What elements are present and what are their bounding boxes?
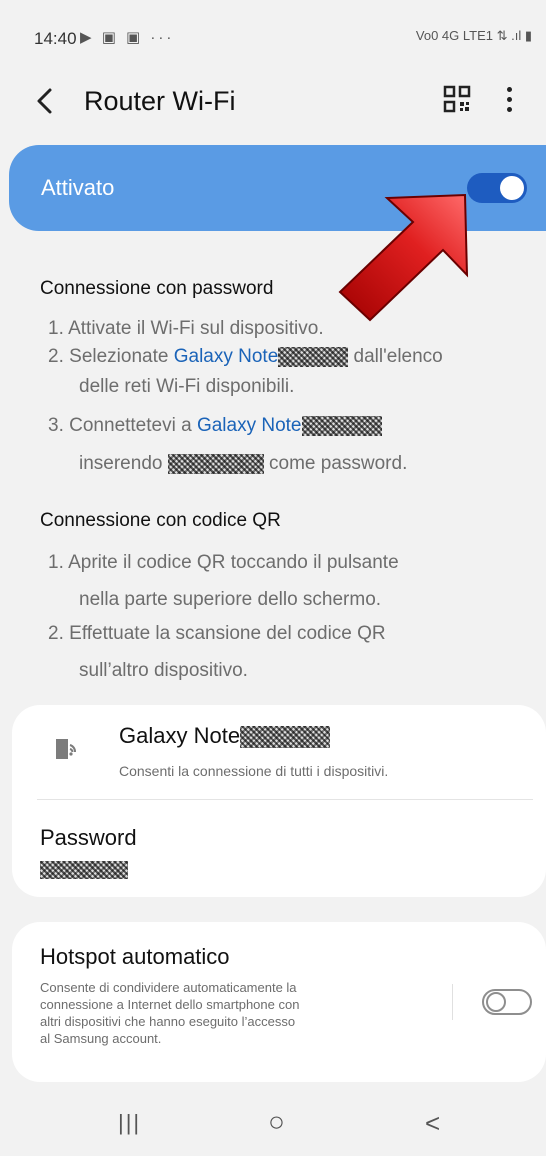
redacted-ssid <box>240 726 331 749</box>
network-name-link[interactable]: Galaxy Note <box>174 346 279 367</box>
red-arrow-annotation <box>325 180 495 330</box>
step-number: 2. <box>48 623 64 644</box>
auto-hotspot-title: Hotspot automatico <box>40 944 230 969</box>
network-subtitle: Consenti la connessione di tutti i dispo… <box>119 763 389 779</box>
home-button[interactable]: ○ <box>268 1106 285 1138</box>
step-text-pre: Selezionate <box>69 346 174 367</box>
app-bar: Router Wi-Fi <box>0 72 546 132</box>
toggle-knob <box>500 176 524 200</box>
qr-code-icon[interactable] <box>440 82 474 116</box>
auto-hotspot-toggle[interactable] <box>482 989 532 1015</box>
step-text: Aprite il codice QR toccando il pulsante <box>68 552 399 573</box>
master-switch-label: Attivato <box>41 175 115 200</box>
step-text-post: dall'elenco <box>348 346 443 367</box>
step-number: 3. <box>48 415 64 436</box>
back-icon[interactable] <box>34 86 64 116</box>
network-name-link[interactable]: Galaxy Note <box>197 415 302 436</box>
step-number: 2. <box>48 346 64 367</box>
auto-hotspot-card[interactable]: Hotspot automatico Consente di condivide… <box>12 922 546 1082</box>
password-step-3-line2: inserendo come password. <box>79 450 407 478</box>
step-text: Effettuate la scansione del codice QR <box>69 623 386 644</box>
qr-step-2-line2: sull’altro dispositivo. <box>79 660 248 681</box>
recents-button[interactable]: ||| <box>118 1110 141 1136</box>
network-name-text: Galaxy Note <box>119 723 241 748</box>
toggle-knob <box>486 992 506 1012</box>
more-options-icon[interactable] <box>500 82 518 116</box>
password-label[interactable]: Password <box>40 825 137 851</box>
system-status-icons: Vo0 4G LTE1 ⇅ .ıl ▮ <box>415 28 532 43</box>
qr-step-2: 2. Effettuate la scansione del codice QR <box>48 620 386 648</box>
description-line: connessione a Internet dello smartphone … <box>40 997 300 1012</box>
status-time: 14:40 <box>34 29 77 48</box>
password-step-1: 1. Attivate il Wi-Fi sul dispositivo. <box>48 315 324 343</box>
step-text-post: come password. <box>263 453 408 474</box>
navigation-bar: ||| ○ < <box>0 1092 546 1156</box>
card-divider <box>37 799 533 800</box>
qr-step-1: 1. Aprite il codice QR toccando il pulsa… <box>48 549 399 577</box>
step-text: Attivate il Wi-Fi sul dispositivo. <box>68 318 324 339</box>
step-number: 1. <box>48 318 64 339</box>
notification-icons: ▶ ▣ ▣ ··· <box>80 29 175 46</box>
status-bar: 14:40 ▶ ▣ ▣ ··· Vo0 4G LTE1 ⇅ .ıl ▮ <box>0 0 546 72</box>
network-name[interactable]: Galaxy Note <box>119 723 331 749</box>
hotspot-network-icon <box>50 733 80 763</box>
description-line: altri dispositivi che hanno eseguito l’a… <box>40 1014 296 1029</box>
password-step-2-line2: delle reti Wi-Fi disponibili. <box>79 376 295 397</box>
auto-hotspot-description: Consente di condividere automaticamente … <box>40 979 299 1047</box>
redacted-password-value <box>40 861 128 879</box>
redacted-password <box>167 453 264 474</box>
redacted-ssid <box>278 346 349 367</box>
vertical-divider <box>452 984 453 1020</box>
description-line: Consente di condividere automaticamente … <box>40 980 297 995</box>
nav-back-button[interactable]: < <box>425 1108 440 1139</box>
redacted-ssid <box>301 415 382 436</box>
page-title: Router Wi-Fi <box>84 86 236 116</box>
password-section-heading: Connessione con password <box>40 278 274 299</box>
description-line: al Samsung account. <box>40 1031 162 1046</box>
network-card: Galaxy Note Consenti la connessione di t… <box>12 705 546 897</box>
password-step-3: 3. Connettetevi a Galaxy Note <box>48 412 382 440</box>
step-text-pre: Connettetevi a <box>69 415 197 436</box>
qr-step-1-line2: nella parte superiore dello schermo. <box>79 589 382 610</box>
step-text-pre: inserendo <box>79 453 168 474</box>
qr-section-heading: Connessione con codice QR <box>40 510 281 531</box>
password-step-2: 2. Selezionate Galaxy Note dall'elenco <box>48 343 443 371</box>
step-number: 1. <box>48 552 64 573</box>
